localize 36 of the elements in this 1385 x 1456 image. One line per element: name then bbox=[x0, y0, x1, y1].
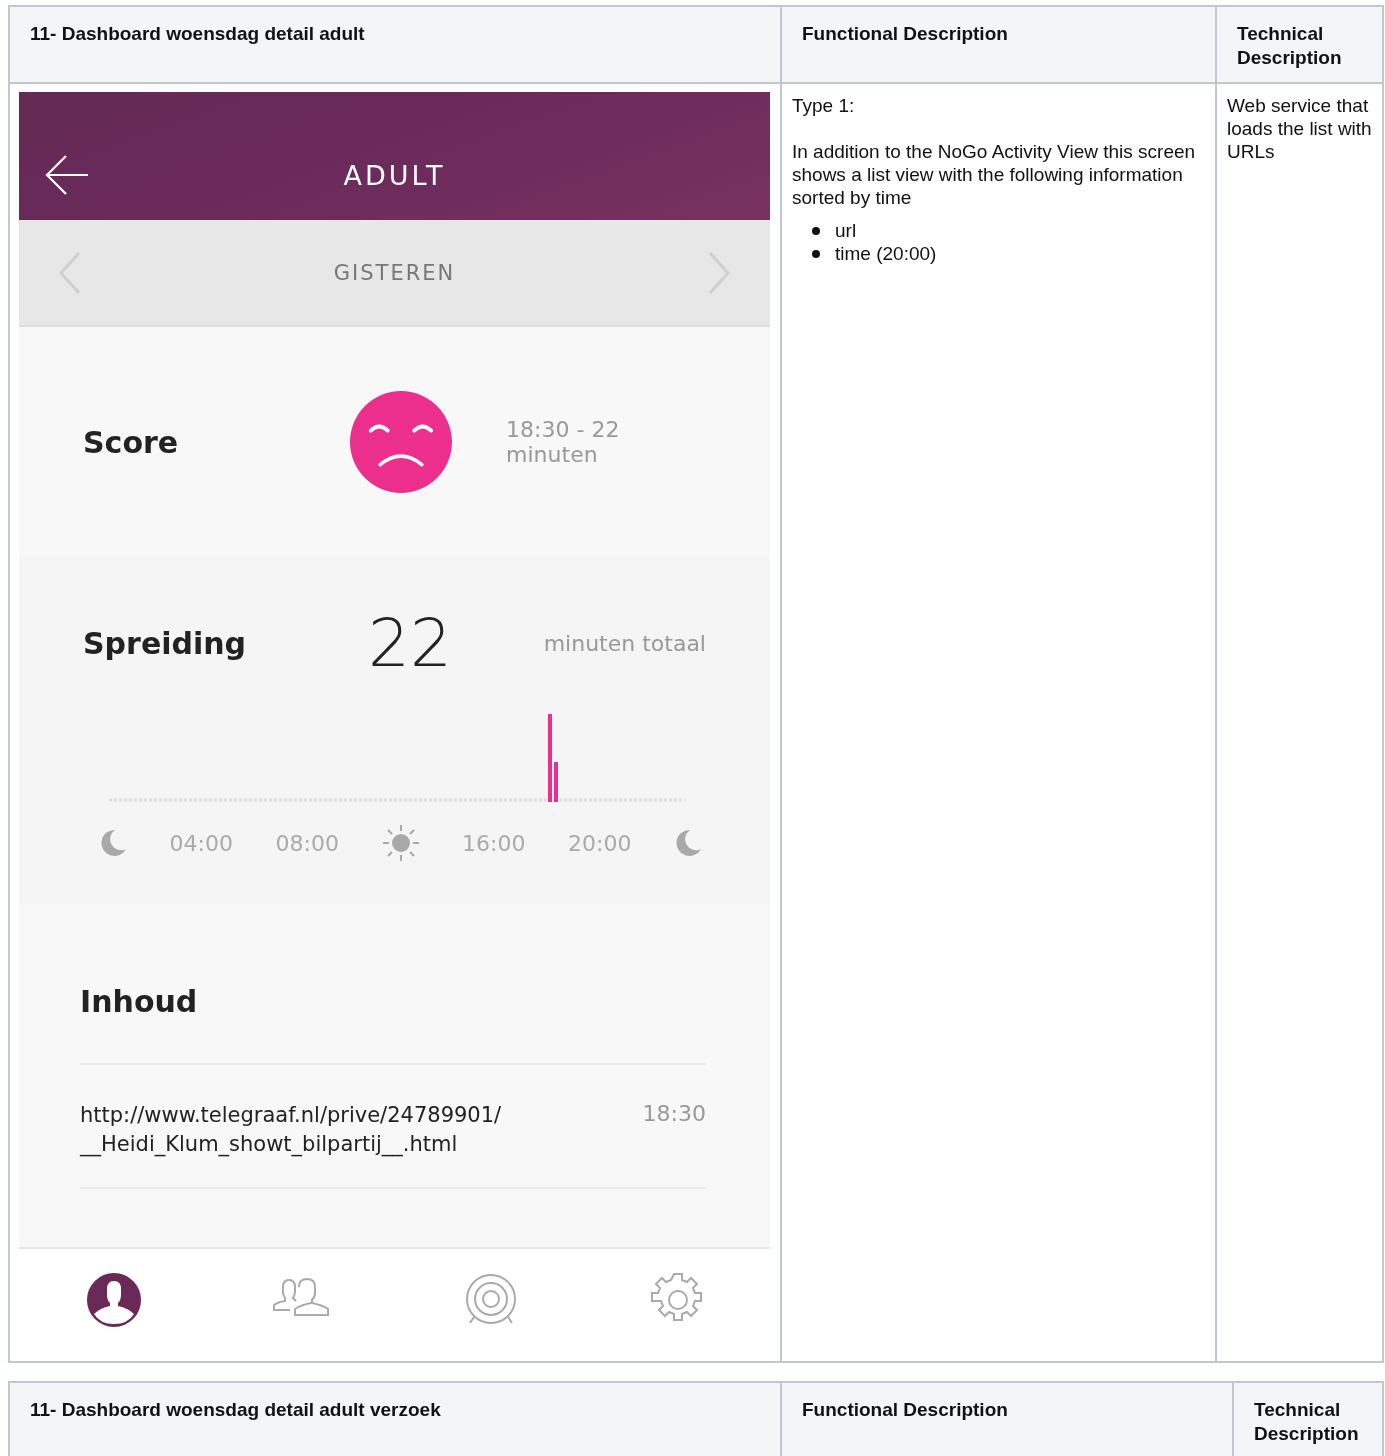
column-header: Functional Description bbox=[781, 6, 1216, 83]
bullet-icon bbox=[812, 249, 820, 258]
sad-face-icon bbox=[350, 388, 453, 496]
section-title: Score bbox=[83, 424, 179, 460]
chevron-left-icon[interactable] bbox=[59, 250, 81, 295]
description-text: In addition to the NoGo Activity View this screen shows a list view with the following information sorted by time bbox=[792, 140, 1197, 209]
moon-icon bbox=[674, 829, 702, 857]
person-icon[interactable] bbox=[87, 1273, 141, 1327]
back-arrow-icon[interactable] bbox=[45, 154, 89, 196]
section-title: Inhoud bbox=[80, 984, 706, 1065]
section-title: Spreiding bbox=[83, 626, 247, 661]
time-label: 08:00 bbox=[275, 830, 339, 856]
column-header: 11- Dashboard woensdag detail adult verzoek bbox=[9, 1382, 781, 1456]
total-minutes: 22 bbox=[367, 605, 452, 682]
app-title: ADULT bbox=[343, 159, 446, 191]
day-label: GISTEREN bbox=[333, 260, 456, 285]
time-label: 04:00 bbox=[169, 830, 233, 856]
type-label: Type 1: bbox=[792, 94, 856, 117]
item-time: 18:30 bbox=[642, 1101, 706, 1128]
moon-icon bbox=[99, 829, 127, 857]
time-label: 16:00 bbox=[462, 830, 526, 856]
bullet-text: time (20:00) bbox=[835, 242, 937, 265]
time-label: 20:00 bbox=[568, 830, 632, 856]
column-header: 11- Dashboard woensdag detail adult bbox=[9, 6, 781, 83]
technical-text: Web service that loads the list with URLs bbox=[1227, 94, 1372, 163]
score-detail: 18:30 - 22 minuten bbox=[506, 417, 621, 467]
column-header: Technical Description bbox=[1216, 6, 1383, 83]
bullet-text: url bbox=[835, 219, 857, 242]
chevron-right-icon[interactable] bbox=[708, 250, 730, 295]
column-header: Functional Description bbox=[781, 1382, 1233, 1456]
total-unit: minuten totaal bbox=[543, 631, 706, 656]
column-header: Technical Description bbox=[1233, 1382, 1383, 1456]
bullet-icon bbox=[812, 226, 820, 235]
target-icon[interactable] bbox=[463, 1273, 518, 1327]
url-text[interactable]: http://www.telegraaf.nl/prive/24789901/ __Heidi_Klum_showt_bilpartij__.html bbox=[80, 1101, 502, 1159]
sun-icon bbox=[381, 824, 420, 862]
